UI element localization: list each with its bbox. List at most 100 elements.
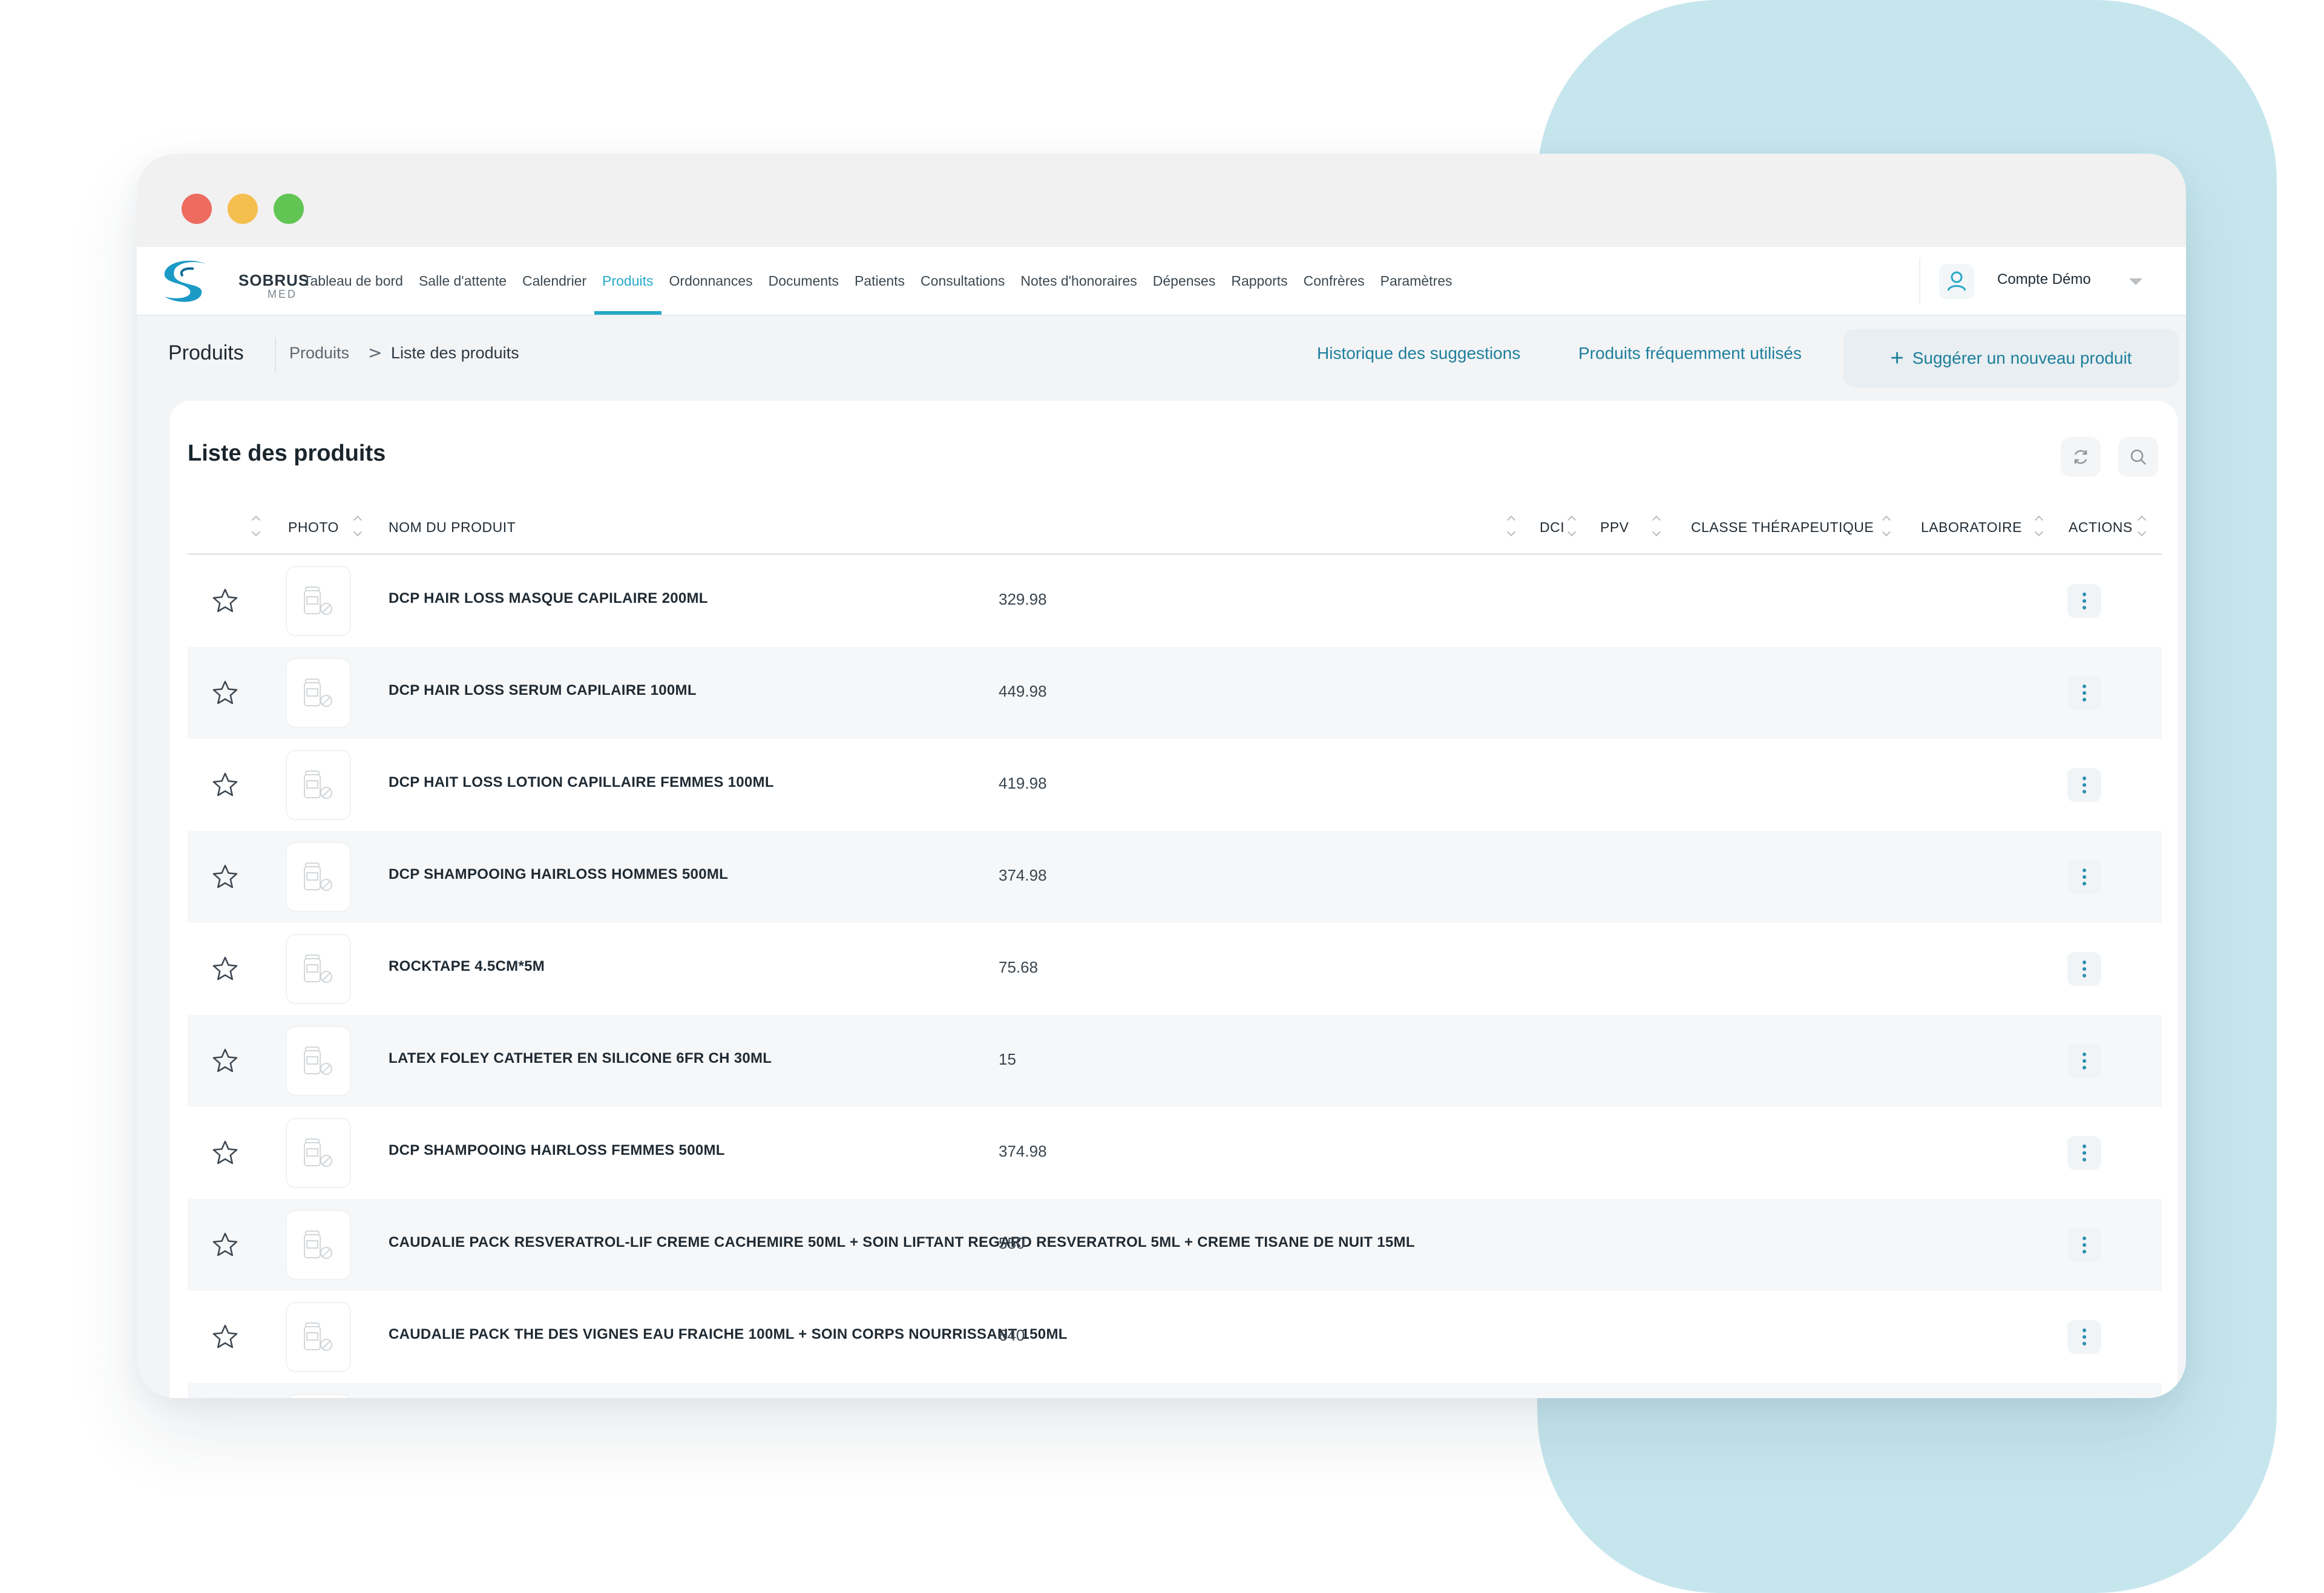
table-row[interactable]: DCP SHAMPOOING HAIRLOSS FEMMES 500ML 374… bbox=[188, 1107, 2162, 1199]
product-name[interactable]: DCP SHAMPOOING HAIRLOSS FEMMES 500ML bbox=[389, 1142, 725, 1159]
product-photo[interactable] bbox=[286, 1118, 351, 1188]
column-header-laboratoire[interactable]: LABORATOIRE bbox=[1921, 519, 2022, 536]
product-photo[interactable] bbox=[286, 750, 351, 820]
product-photo[interactable] bbox=[286, 566, 351, 636]
row-actions-button[interactable] bbox=[2067, 768, 2101, 802]
account-name[interactable]: Compte Démo bbox=[1997, 271, 2091, 288]
sort-photo-icon[interactable] bbox=[353, 514, 362, 539]
table-row[interactable]: LATEX FOLEY CATHETER EN SILICONE 6FR CH … bbox=[188, 1015, 2162, 1107]
search-button[interactable] bbox=[2118, 437, 2158, 477]
chevron-down-icon[interactable] bbox=[2129, 278, 2142, 285]
nav-item-notes-honoraires[interactable]: Notes d'honoraires bbox=[1013, 247, 1144, 315]
kebab-dot bbox=[2083, 606, 2086, 609]
product-name[interactable]: DCP HAIT LOSS LOTION CAPILLAIRE FEMMES 1… bbox=[389, 774, 774, 791]
row-actions-button[interactable] bbox=[2067, 860, 2101, 894]
column-header-photo[interactable]: PHOTO bbox=[288, 519, 339, 536]
product-photo[interactable] bbox=[286, 658, 351, 728]
product-name[interactable]: DCP HAIR LOSS MASQUE CAPILAIRE 200ML bbox=[389, 590, 708, 607]
sort-dci-icon[interactable] bbox=[1567, 514, 1576, 539]
product-name[interactable]: CAUDALIE PACK RESVERATROL-LIF CREME CACH… bbox=[389, 1234, 1415, 1251]
product-photo[interactable] bbox=[286, 1210, 351, 1280]
star-icon[interactable] bbox=[211, 770, 240, 800]
sort-favorite-icon[interactable] bbox=[252, 514, 260, 539]
table-row[interactable]: DCP SHAMPOOING HAIRLOSS HOMMES 500ML 374… bbox=[188, 831, 2162, 923]
column-header-dci[interactable]: DCI bbox=[1540, 519, 1564, 536]
window-close-button[interactable] bbox=[182, 194, 212, 224]
column-header-name[interactable]: NOM DU PRODUIT bbox=[389, 519, 516, 536]
nav-item-ordonnances[interactable]: Ordonnances bbox=[661, 247, 761, 315]
star-icon[interactable] bbox=[211, 954, 240, 984]
star-icon[interactable] bbox=[211, 1230, 240, 1260]
card-title: Liste des produits bbox=[188, 441, 386, 466]
table-header: PHOTO NOM DU PRODUIT DCI PPV CLASSE THÉR… bbox=[188, 502, 2162, 555]
star-icon[interactable] bbox=[211, 1046, 240, 1076]
nav-item-tableau-de-bord[interactable]: Tableau de bord bbox=[295, 247, 411, 315]
product-name[interactable]: LATEX FOLEY CATHETER EN SILICONE 6FR CH … bbox=[389, 1050, 772, 1067]
breadcrumb-divider bbox=[275, 338, 276, 372]
table-row[interactable]: DCP HAIR LOSS SERUM CAPILAIRE 100ML 449.… bbox=[188, 647, 2162, 739]
sort-classe-icon[interactable] bbox=[1882, 514, 1891, 539]
table-row[interactable]: DCP HAIR LOSS MASQUE CAPILAIRE 200ML 329… bbox=[188, 555, 2162, 647]
nav-item-parametres[interactable]: Paramètres bbox=[1373, 247, 1460, 315]
row-actions-button[interactable] bbox=[2067, 1136, 2101, 1170]
nav-item-confreres[interactable]: Confrères bbox=[1296, 247, 1373, 315]
account-avatar[interactable] bbox=[1939, 264, 1974, 299]
table-row[interactable]: ROCKTAPE 4.5CM*5M 75.68 bbox=[188, 923, 2162, 1015]
table-row[interactable]: DCP HAIT LOSS LOTION CAPILLAIRE FEMMES 1… bbox=[188, 739, 2162, 831]
star-icon[interactable] bbox=[211, 862, 240, 892]
column-header-ppv[interactable]: PPV bbox=[1600, 519, 1629, 536]
table-row[interactable]: CAUDALIE PACK RESVERATROL-LIF CREME CACH… bbox=[188, 1199, 2162, 1291]
product-photo[interactable] bbox=[286, 842, 351, 912]
row-actions-button[interactable] bbox=[2067, 952, 2101, 986]
suggest-product-button[interactable]: + Suggérer un nouveau produit bbox=[1843, 329, 2179, 387]
product-ppv: 374.98 bbox=[999, 866, 1047, 884]
table-body: DCP HAIR LOSS MASQUE CAPILAIRE 200ML 329… bbox=[188, 555, 2162, 1398]
frequent-products-link[interactable]: Produits fréquemment utilisés bbox=[1578, 344, 1802, 363]
table-row[interactable]: CAUDALIE PACK THE DES VIGNES EAU FRAICHE… bbox=[188, 1291, 2162, 1383]
nav-item-depenses[interactable]: Dépenses bbox=[1145, 247, 1224, 315]
history-suggestions-link[interactable]: Historique des suggestions bbox=[1317, 344, 1520, 363]
nav-item-produits[interactable]: Produits bbox=[594, 247, 661, 315]
nav-item-consultations[interactable]: Consultations bbox=[913, 247, 1013, 315]
star-icon[interactable] bbox=[211, 678, 240, 708]
refresh-button[interactable] bbox=[2061, 437, 2101, 477]
product-placeholder-icon bbox=[304, 1322, 332, 1351]
product-name[interactable]: ROCKTAPE 4.5CM*5M bbox=[389, 958, 545, 975]
product-photo[interactable] bbox=[286, 1302, 351, 1372]
sort-name-icon[interactable] bbox=[1507, 514, 1515, 539]
row-actions-button[interactable] bbox=[2067, 584, 2101, 618]
star-icon[interactable] bbox=[211, 1138, 240, 1168]
app-window: SOBRUS MED Tableau de bord Salle d'atten… bbox=[137, 154, 2186, 1398]
product-name[interactable]: DCP SHAMPOOING HAIRLOSS HOMMES 500ML bbox=[389, 866, 728, 883]
window-minimize-button[interactable] bbox=[228, 194, 258, 224]
nav-item-calendrier[interactable]: Calendrier bbox=[514, 247, 594, 315]
breadcrumb-item-produits[interactable]: Produits bbox=[289, 344, 349, 363]
product-name[interactable]: CAUDALIE PACK THE DES VIGNES EAU FRAICHE… bbox=[389, 1326, 1068, 1343]
product-photo[interactable] bbox=[286, 934, 351, 1004]
product-photo[interactable] bbox=[286, 1026, 351, 1096]
product-ppv: 374.98 bbox=[999, 1142, 1047, 1160]
nav-item-salle-attente[interactable]: Salle d'attente bbox=[411, 247, 514, 315]
sort-laboratoire-icon[interactable] bbox=[2035, 514, 2043, 539]
kebab-dot bbox=[2083, 1342, 2086, 1345]
nav-item-patients[interactable]: Patients bbox=[847, 247, 913, 315]
window-maximize-button[interactable] bbox=[274, 194, 304, 224]
sobrus-logo[interactable]: SOBRUS MED bbox=[159, 258, 309, 304]
product-ppv: 550 bbox=[999, 1234, 1025, 1252]
column-header-classe[interactable]: CLASSE THÉRAPEUTIQUE bbox=[1691, 519, 1874, 536]
product-name[interactable]: DCP HAIR LOSS SERUM CAPILAIRE 100ML bbox=[389, 682, 697, 699]
product-placeholder-icon bbox=[304, 1138, 332, 1167]
sort-actions-icon[interactable] bbox=[2138, 514, 2146, 539]
kebab-dot bbox=[2083, 869, 2086, 872]
star-icon[interactable] bbox=[211, 1322, 240, 1352]
star-icon[interactable] bbox=[211, 586, 240, 616]
user-icon bbox=[1947, 271, 1966, 291]
row-actions-button[interactable] bbox=[2067, 1044, 2101, 1078]
sort-ppv-icon[interactable] bbox=[1652, 514, 1661, 539]
row-actions-button[interactable] bbox=[2067, 1320, 2101, 1354]
row-actions-button[interactable] bbox=[2067, 676, 2101, 710]
kebab-dot bbox=[2083, 685, 2086, 688]
row-actions-button[interactable] bbox=[2067, 1228, 2101, 1262]
nav-item-documents[interactable]: Documents bbox=[761, 247, 847, 315]
nav-item-rapports[interactable]: Rapports bbox=[1223, 247, 1295, 315]
